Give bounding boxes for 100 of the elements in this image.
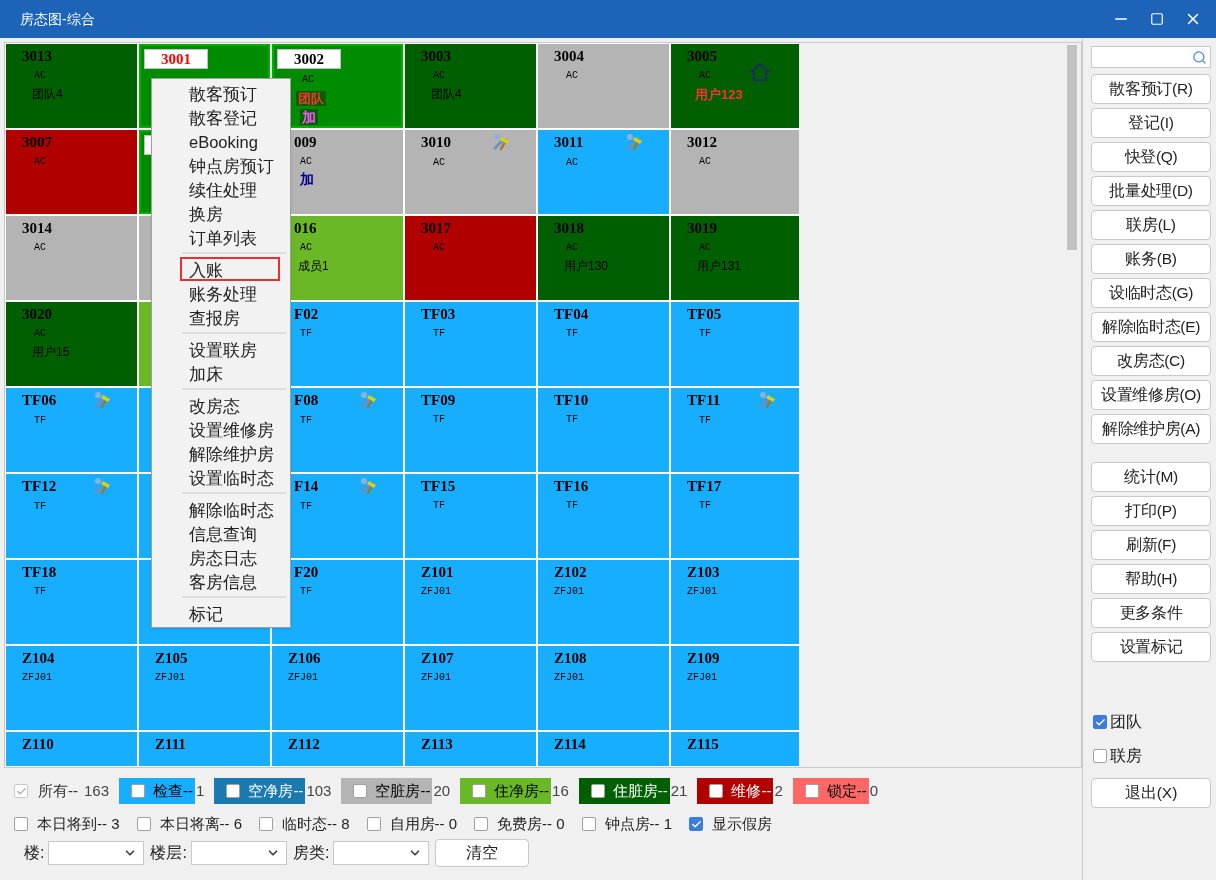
room-type: TF [699,415,711,427]
room-number: 3003 [421,47,451,65]
room-number: 3007 [22,133,52,151]
room-type: ZFJ01 [421,672,451,684]
room-number: Z103 [687,563,720,581]
room-type: TF [699,500,711,512]
room-number: F20 [294,563,319,581]
room-number: F08 [294,391,319,409]
room-type: AC [699,156,711,168]
room-number: 3019 [687,219,717,237]
room-number: Z106 [288,649,321,667]
room-type: ZFJ01 [288,672,318,684]
room-type: AC [34,328,46,340]
legend-count: 1 [196,780,205,801]
option-label: 联房 [1110,746,1142,766]
filter-label: 自用房-- 0 [389,813,457,834]
room-number: TF18 [22,563,57,581]
room-type: AC [34,156,46,168]
room-number: Z109 [687,649,720,667]
room-number: Z108 [554,649,587,667]
room-number: 3002 [277,49,341,69]
room-type: TF [34,586,46,598]
room-type: AC [433,242,445,254]
guest-name: 用户130 [564,259,610,273]
room-number: TF16 [554,477,589,495]
legend-count: 20 [433,780,451,801]
filter-label: 楼层: [150,843,187,863]
room-number: 3018 [554,219,584,237]
extra-bed-mark: 加 [299,171,315,187]
room-number: 3013 [22,47,52,65]
guest-name: 团队4 [431,87,463,101]
room-number: TF11 [687,391,721,409]
filter-label: 房类: [292,843,330,863]
filter-label: 免费房-- 0 [497,813,565,834]
room-type: TF [300,328,312,340]
guest-name: 团队 [296,91,326,106]
room-type: TF [433,328,445,340]
room-number: TF09 [421,391,456,409]
room-type: AC [34,242,46,254]
room-number: Z107 [421,649,454,667]
room-number: Z110 [22,735,54,753]
room-type: AC [302,74,314,86]
room-type: AC [34,70,46,82]
filter-label: 本日将离-- 6 [159,813,242,834]
room-number: Z113 [421,735,453,753]
legend-count: 16 [552,780,569,801]
room-number: Z115 [687,735,719,753]
room-type: ZFJ01 [421,586,451,598]
room-number: 3017 [421,219,451,237]
filter-label: 显示假房 [712,813,772,834]
legend-count: 0 [869,780,879,801]
room-number: 3012 [687,133,717,151]
filter-label: 钟点房-- 1 [604,813,672,834]
room-type: ZFJ01 [554,586,584,598]
filter-label: 本日将到-- 3 [37,813,120,834]
room-type: ZFJ01 [554,672,584,684]
room-number: Z112 [288,735,320,753]
room-number: Z114 [554,735,586,753]
room-number: TF12 [22,477,57,495]
room-type: ZFJ01 [687,586,717,598]
room-type: TF [699,328,711,340]
room-type: AC [433,70,445,82]
guest-name: 用户131 [697,259,743,273]
legend-count: 21 [670,780,688,801]
guest-name: 团队4 [32,87,64,101]
room-number: Z101 [421,563,454,581]
room-number: 3004 [554,47,584,65]
room-number: TF17 [687,477,722,495]
room-type: ZFJ01 [22,672,52,684]
room-type: ZFJ01 [155,672,185,684]
room-number: 3014 [22,219,52,237]
room-number: TF15 [421,477,456,495]
room-type: AC [566,157,578,169]
room-number: TF03 [421,305,456,323]
room-number: 016 [294,219,317,237]
room-number: 3011 [554,133,584,151]
room-type: AC [699,242,711,254]
room-number: Z102 [554,563,587,581]
legend-count: 163 [84,780,110,801]
extra-bed-mark: 加 [300,109,318,125]
legend-label: 所有-- [38,780,78,801]
room-number: Z105 [155,649,188,667]
room-number: TF06 [22,391,57,409]
filter-label: 楼: [24,843,45,863]
room-number: Z111 [155,735,186,753]
room-type: TF [566,328,578,340]
window-title: 房态图-综合 [20,9,95,29]
legend-count: 103 [306,780,332,801]
room-number: TF04 [554,305,589,323]
room-number: TF05 [687,305,722,323]
room-type: TF [433,500,445,512]
room-type: AC [699,70,711,82]
room-type: AC [566,242,578,254]
room-number: 3010 [421,133,451,151]
room-type: TF [34,501,46,513]
room-type: TF [300,415,312,427]
room-type: TF [300,586,312,598]
room-number: 3020 [22,305,52,323]
room-type: AC [300,156,312,168]
room-type: ZFJ01 [687,672,717,684]
